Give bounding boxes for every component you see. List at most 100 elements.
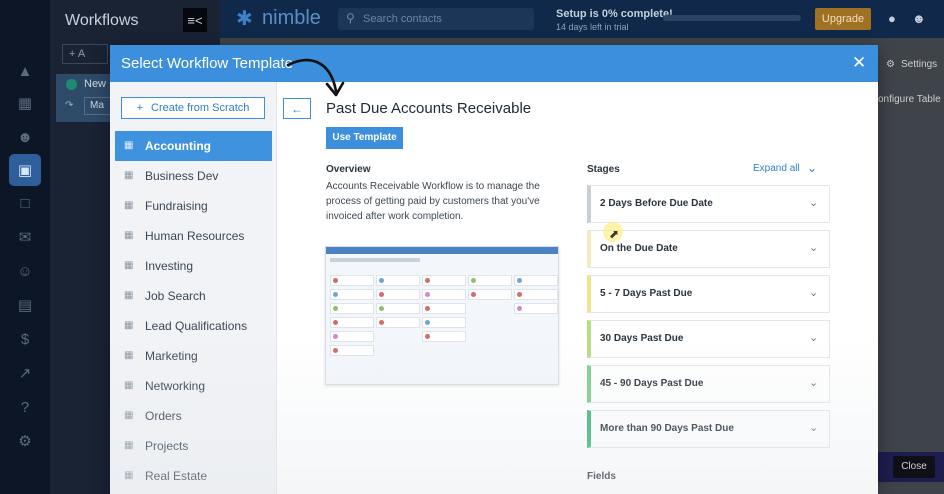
overview-description: Accounts Receivable Workflow is to manag… bbox=[326, 181, 540, 222]
template-category-sidebar: + Create from Scratch ▦ Accounting ▦ Busin… bbox=[110, 82, 277, 494]
workflow-item-sub-button[interactable]: Ma bbox=[84, 97, 112, 115]
category-label: Networking bbox=[145, 379, 206, 393]
modal-header: Select Workflow Template ✕ bbox=[110, 45, 878, 82]
building-icon: ▦ bbox=[124, 170, 134, 181]
category-label: Orders bbox=[145, 409, 182, 423]
category-item-networking[interactable]: ▦ Networking bbox=[115, 371, 272, 401]
stage-label: On the Due Date bbox=[600, 243, 678, 254]
close-button[interactable]: Close bbox=[893, 456, 935, 478]
select-workflow-template-modal: Select Workflow Template ✕ + Create from… bbox=[110, 45, 878, 494]
building-icon: ▦ bbox=[124, 350, 134, 361]
category-label: Human Resources bbox=[145, 229, 245, 243]
contacts-icon[interactable]: ☻ bbox=[12, 124, 38, 150]
category-list: ▦ Accounting ▦ Business Dev ▦ Fundraising ▦… bbox=[115, 131, 272, 491]
workflow-type-icon: ↷ bbox=[65, 100, 74, 111]
setup-progress-title[interactable]: Setup is 0% complete! bbox=[556, 8, 673, 20]
nimble-logo: nimble bbox=[262, 7, 321, 29]
nimble-logo-icon: ✱ bbox=[236, 8, 253, 30]
annotation-arrow-icon bbox=[286, 58, 345, 97]
category-item-real-estate[interactable]: ▦ Real Estate bbox=[115, 461, 272, 491]
expand-all-link[interactable]: Expand all bbox=[753, 163, 800, 174]
close-icon[interactable]: ✕ bbox=[852, 53, 866, 73]
create-from-scratch-label: Create from Scratch bbox=[151, 102, 250, 114]
category-item-job-search[interactable]: ▦ Job Search bbox=[115, 281, 272, 311]
use-template-button[interactable]: Use Template bbox=[326, 127, 403, 149]
stage-item[interactable]: 30 Days Past Due ⌄ bbox=[587, 320, 830, 358]
arrow-left-icon: ← bbox=[291, 101, 303, 116]
category-label: Business Dev bbox=[145, 169, 219, 183]
category-label: Projects bbox=[145, 439, 189, 453]
category-item-fundraising[interactable]: ▦ Fundraising bbox=[115, 191, 272, 221]
create-from-scratch-button[interactable]: + Create from Scratch bbox=[121, 97, 265, 119]
bell-icon[interactable]: ● bbox=[888, 11, 896, 26]
category-item-human-resources[interactable]: ▦ Human Resources bbox=[115, 221, 272, 251]
building-icon: ▦ bbox=[124, 260, 134, 271]
building-icon: ▦ bbox=[124, 380, 134, 391]
building-icon: ▦ bbox=[124, 290, 134, 301]
stage-item[interactable]: 2 Days Before Due Date ⌄ bbox=[587, 185, 830, 223]
template-title: Past Due Accounts Receivable bbox=[326, 100, 532, 117]
user-icon[interactable]: ☻ bbox=[912, 11, 926, 26]
building-icon: ▦ bbox=[124, 140, 134, 151]
building-icon: ▦ bbox=[124, 230, 134, 241]
stage-label: 2 Days Before Due Date bbox=[600, 198, 713, 209]
gear-icon: ⚙ bbox=[886, 59, 895, 70]
stage-item[interactable]: 45 - 90 Days Past Due ⌄ bbox=[587, 365, 830, 403]
plus-icon: + bbox=[136, 102, 143, 114]
mouse-cursor-icon: ⬈ bbox=[609, 227, 620, 241]
category-item-investing[interactable]: ▦ Investing bbox=[115, 251, 272, 281]
workflows-icon[interactable]: ▣ bbox=[9, 154, 41, 186]
category-label: Real Estate bbox=[145, 469, 208, 483]
configure-table-link[interactable]: onfigure Table bbox=[878, 94, 941, 105]
preview-column bbox=[422, 275, 466, 383]
reports-icon[interactable]: ▤ bbox=[12, 292, 38, 318]
gear-icon[interactable]: ⚙ bbox=[12, 428, 38, 454]
calendar-icon[interactable]: ▦ bbox=[12, 90, 38, 116]
analytics-icon[interactable]: ↗ bbox=[12, 360, 38, 386]
category-label: Investing bbox=[145, 259, 194, 273]
back-button[interactable]: ← bbox=[283, 98, 311, 119]
category-item-orders[interactable]: ▦ Orders bbox=[115, 401, 272, 431]
chevron-down-icon: ⌄ bbox=[809, 287, 819, 299]
category-item-business-dev[interactable]: ▦ Business Dev bbox=[115, 161, 272, 191]
collapse-panel-button[interactable]: ≡< bbox=[183, 8, 207, 32]
messages-icon[interactable]: □ bbox=[12, 190, 38, 216]
stage-item[interactable]: On the Due Date ⌄ bbox=[587, 230, 830, 268]
category-item-projects[interactable]: ▦ Projects bbox=[115, 431, 272, 461]
chevron-down-icon[interactable]: ⌄ bbox=[807, 161, 817, 175]
chevron-down-icon: ⌄ bbox=[809, 197, 819, 209]
graduation-cap-icon[interactable]: ▲ bbox=[12, 58, 38, 84]
workflow-status-dot bbox=[66, 79, 77, 90]
settings-label: Settings bbox=[901, 59, 938, 70]
category-item-accounting[interactable]: ▦ Accounting bbox=[115, 131, 272, 161]
stage-label: 30 Days Past Due bbox=[600, 333, 684, 344]
category-label: Job Search bbox=[145, 289, 206, 303]
building-icon: ▦ bbox=[124, 470, 134, 481]
template-preview-image bbox=[325, 246, 559, 385]
chevron-down-icon: ⌄ bbox=[809, 242, 819, 254]
search-placeholder: Search contacts bbox=[363, 13, 442, 25]
stage-item[interactable]: 5 - 7 Days Past Due ⌄ bbox=[587, 275, 830, 313]
building-icon: ▦ bbox=[124, 440, 134, 451]
workflow-item-name: New bbox=[84, 78, 107, 90]
stage-label: 5 - 7 Days Past Due bbox=[600, 288, 693, 299]
preview-column bbox=[330, 275, 374, 383]
fields-heading: Fields bbox=[587, 471, 616, 482]
stage-item[interactable]: More than 90 Days Past Due ⌄ bbox=[587, 410, 830, 448]
chevron-down-icon: ⌄ bbox=[809, 377, 819, 389]
chevron-down-icon: ⌄ bbox=[809, 332, 819, 344]
category-label: Lead Qualifications bbox=[145, 319, 248, 333]
add-workflow-button[interactable]: + A bbox=[62, 44, 108, 64]
preview-column bbox=[468, 275, 512, 383]
help-icon[interactable]: ? bbox=[12, 394, 38, 420]
category-item-lead-qualifications[interactable]: ▦ Lead Qualifications bbox=[115, 311, 272, 341]
mail-icon[interactable]: ✉ bbox=[12, 224, 38, 250]
upgrade-button[interactable]: Upgrade bbox=[815, 8, 871, 30]
groups-icon[interactable]: ☺ bbox=[12, 258, 38, 284]
chevron-down-icon: ⌄ bbox=[809, 422, 819, 434]
settings-button[interactable]: ⚙ Settings bbox=[878, 54, 944, 76]
category-label: Marketing bbox=[145, 349, 198, 363]
category-item-marketing[interactable]: ▦ Marketing bbox=[115, 341, 272, 371]
deals-icon[interactable]: $ bbox=[12, 326, 38, 352]
stage-label: More than 90 Days Past Due bbox=[600, 423, 734, 434]
